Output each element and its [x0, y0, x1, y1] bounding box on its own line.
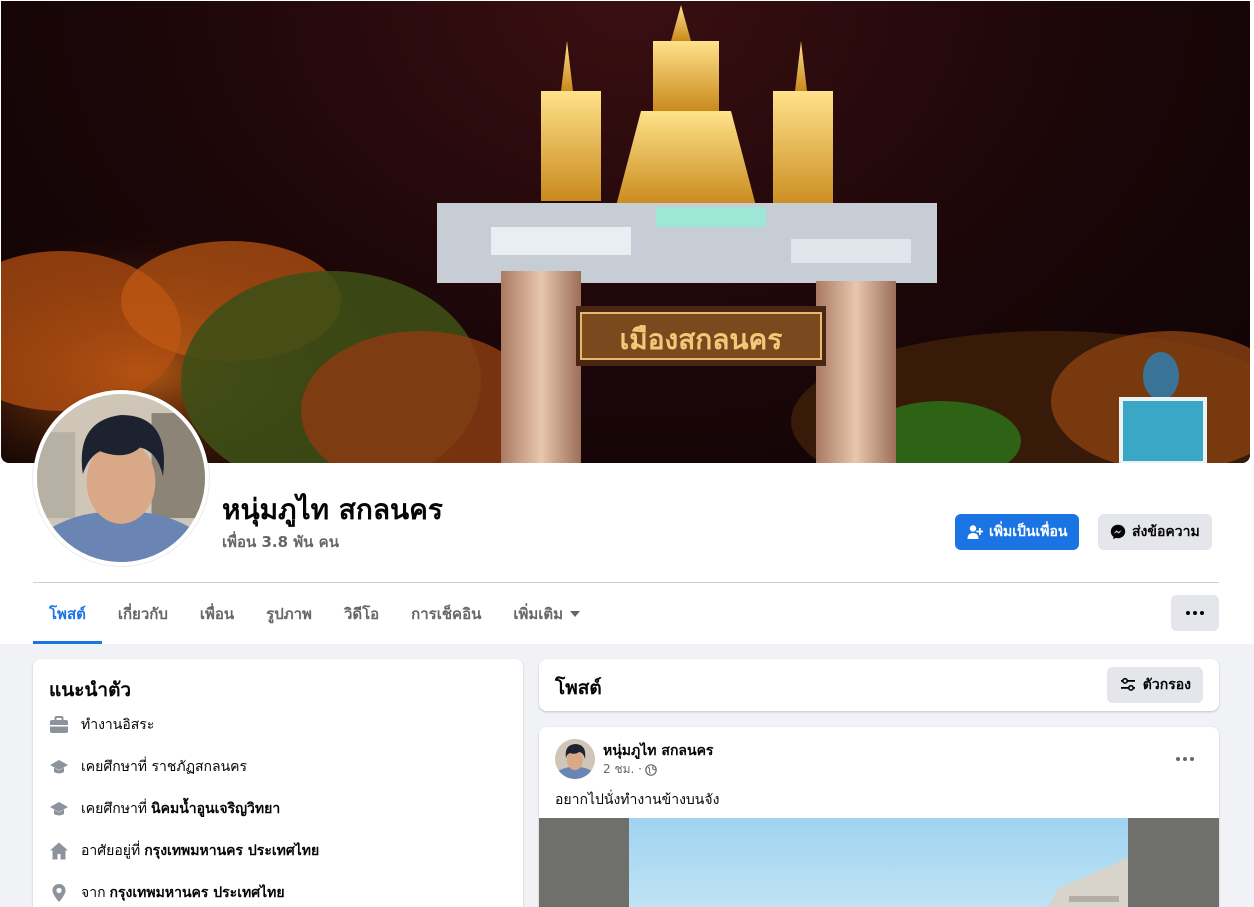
- send-message-button[interactable]: ส่งข้อความ: [1098, 514, 1212, 550]
- messenger-icon: [1110, 524, 1126, 540]
- intro-item-education-1: เคยศึกษาที่ ราชภัฏสกลนคร: [49, 755, 247, 779]
- tab-friends[interactable]: เพื่อน: [184, 584, 250, 644]
- post-avatar-art: [555, 739, 595, 779]
- post-author-name[interactable]: หนุ่มภูไท สกลนคร: [603, 740, 713, 762]
- tab-label: เกี่ยวกับ: [117, 605, 168, 623]
- send-message-label: ส่งข้อความ: [1132, 524, 1200, 540]
- globe-icon: [645, 763, 657, 776]
- intro-item-link[interactable]: นิคมน้ำอูนเจริญวิทยา: [151, 798, 280, 820]
- posts-title: โพสต์: [555, 677, 602, 699]
- post-text: อยากไปนั่งทำงานข้างบนจัง: [555, 792, 720, 808]
- profile-header: เมืองสกลนคร หนุ่มภูไท สกลนคร เพื่อน 3.8 …: [0, 0, 1254, 644]
- post-image-art: [1047, 858, 1128, 907]
- intro-item-link[interactable]: กรุงเทพมหานคร ประเทศไทย: [144, 840, 319, 862]
- intro-item-link[interactable]: กรุงเทพมหานคร ประเทศไทย: [110, 882, 285, 904]
- post-card: หนุ่มภูไท สกลนคร 2 ชม. · อยากไปนั่งทำงาน…: [539, 727, 1219, 907]
- graduation-cap-icon: [49, 799, 69, 819]
- filter-icon: [1120, 677, 1135, 691]
- intro-item-from: จาก กรุงเทพมหานคร ประเทศไทย: [49, 881, 285, 905]
- intro-item-work: ทำงานอิสระ: [49, 713, 154, 737]
- more-dot-icon: [1183, 757, 1187, 761]
- chevron-down-icon: [570, 611, 581, 617]
- home-icon: [49, 841, 69, 861]
- tab-about[interactable]: เกี่ยวกับ: [102, 584, 184, 644]
- tab-label: วิดีโอ: [343, 605, 380, 623]
- tab-label: การเช็คอิน: [411, 605, 482, 623]
- filter-button[interactable]: ตัวกรอง: [1106, 667, 1203, 703]
- profile-tabs: โพสต์ เกี่ยวกับ เพื่อน รูปภาพ วิดีโอ การ…: [33, 584, 596, 644]
- more-dot-icon: [1176, 757, 1180, 761]
- tab-photos[interactable]: รูปภาพ: [250, 584, 328, 644]
- tab-checkins[interactable]: การเช็คอิน: [395, 584, 497, 644]
- intro-card: แนะนำตัว ทำงานอิสระ เคยศึกษาที่ ราชภัฏสก…: [33, 659, 523, 907]
- location-pin-icon: [49, 883, 69, 903]
- tab-more[interactable]: เพิ่มเติม: [497, 584, 596, 644]
- graduation-cap-icon: [49, 757, 69, 777]
- tab-label: เพิ่มเติม: [513, 605, 564, 623]
- more-dot-icon: [1186, 611, 1190, 615]
- tab-label: รูปภาพ: [266, 605, 312, 623]
- friend-count[interactable]: เพื่อน 3.8 พัน คน: [222, 530, 339, 554]
- intro-item-lives-in: อาศัยอยู่ที่ กรุงเทพมหานคร ประเทศไทย: [49, 839, 319, 863]
- post-author-avatar[interactable]: [555, 739, 595, 779]
- cover-photo-art: เมืองสกลนคร: [1, 5, 1250, 463]
- profile-avatar[interactable]: [33, 390, 209, 566]
- tab-label: โพสต์: [49, 605, 86, 623]
- post-options-button[interactable]: [1167, 741, 1203, 777]
- more-dot-icon: [1193, 611, 1197, 615]
- add-friend-icon: [967, 525, 983, 539]
- more-options-button[interactable]: [1171, 595, 1219, 631]
- posts-header-card: โพสต์ ตัวกรอง: [539, 659, 1219, 711]
- intro-item-education-2: เคยศึกษาที่ นิคมน้ำอูนเจริญวิทยา: [49, 797, 280, 821]
- add-friend-label: เพิ่มเป็นเพื่อน: [989, 524, 1068, 540]
- more-dot-icon: [1200, 611, 1204, 615]
- intro-item-text: เคยศึกษาที่ ราชภัฏสกลนคร: [81, 759, 248, 775]
- post-timestamp[interactable]: 2 ชม. ·: [603, 760, 642, 779]
- intro-title: แนะนำตัว: [49, 679, 132, 701]
- cover-photo[interactable]: เมืองสกลนคร: [1, 1, 1250, 463]
- tab-label: เพื่อน: [199, 605, 235, 623]
- cover-sign-text: เมืองสกลนคร: [620, 323, 783, 356]
- tab-posts[interactable]: โพสต์: [33, 584, 102, 644]
- post-meta: 2 ชม. ·: [603, 760, 657, 779]
- tab-videos[interactable]: วิดีโอ: [328, 584, 395, 644]
- profile-photo-art: [37, 394, 205, 562]
- briefcase-icon: [49, 715, 69, 735]
- header-divider: [33, 582, 1219, 583]
- intro-item-text: เคยศึกษาที่: [81, 801, 148, 817]
- add-friend-button[interactable]: เพิ่มเป็นเพื่อน: [955, 514, 1080, 550]
- post-image[interactable]: [539, 818, 1219, 907]
- profile-name: หนุ่มภูไท สกลนคร: [222, 493, 443, 526]
- filter-label: ตัวกรอง: [1142, 677, 1191, 693]
- intro-item-text: ทำงานอิสระ: [81, 717, 155, 733]
- more-dot-icon: [1190, 757, 1194, 761]
- intro-item-text: จาก: [81, 885, 106, 901]
- intro-item-text: อาศัยอยู่ที่: [81, 843, 141, 859]
